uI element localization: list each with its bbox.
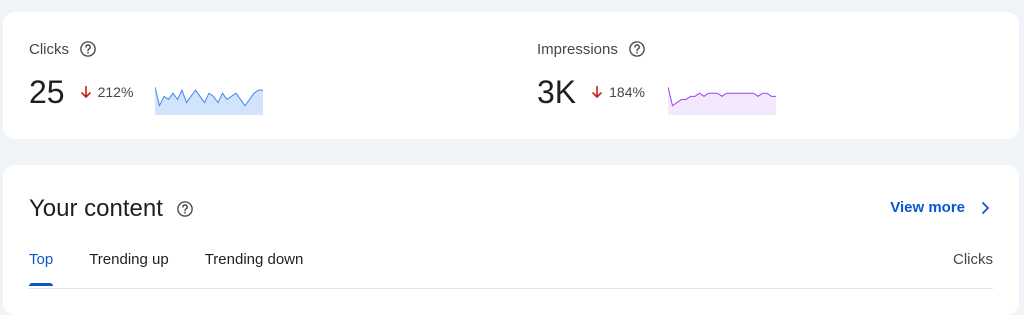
clicks-column-header[interactable]: Clicks [953,251,993,268]
clicks-sparkline [155,86,263,115]
view-more-link[interactable]: View more [890,199,993,216]
clicks-trend: 212% [79,84,134,100]
impressions-change: 184% [609,84,645,100]
tab-trending-up[interactable]: Trending up [89,251,169,281]
help-icon[interactable] [176,200,194,218]
clicks-value: 25 [29,74,65,110]
tab-trending-down[interactable]: Trending down [205,251,304,281]
chevron-right-icon [977,200,993,216]
impressions-trend: 184% [590,84,645,100]
clicks-label: Clicks [29,40,69,58]
arrow-down-icon [590,85,604,99]
clicks-sparkline-area [155,87,263,115]
content-tabs: Top Trending up Trending down [29,251,339,286]
impressions-sparkline [668,86,776,115]
impressions-value: 3K [537,74,577,110]
view-more-label: View more [890,199,965,216]
impressions-label-row: Impressions [537,40,646,58]
clicks-value-row: 25 212% [29,72,133,112]
help-icon[interactable] [79,40,97,58]
clicks-change: 212% [97,84,134,100]
performance-card: Clicks 25 212% Impressions 3K 184% [3,12,1019,139]
your-content-card: Your content View more Top Trending up T… [3,165,1019,315]
impressions-label: Impressions [537,40,618,58]
content-title-row: Your content [29,195,194,223]
tab-top[interactable]: Top [29,251,54,286]
arrow-down-icon [79,85,93,99]
impressions-value-row: 3K 184% [537,72,645,112]
content-title: Your content [29,195,163,222]
tabs-divider [29,288,993,289]
clicks-label-row: Clicks [29,40,97,58]
help-icon[interactable] [628,40,646,58]
impressions-sparkline-area [668,87,776,115]
